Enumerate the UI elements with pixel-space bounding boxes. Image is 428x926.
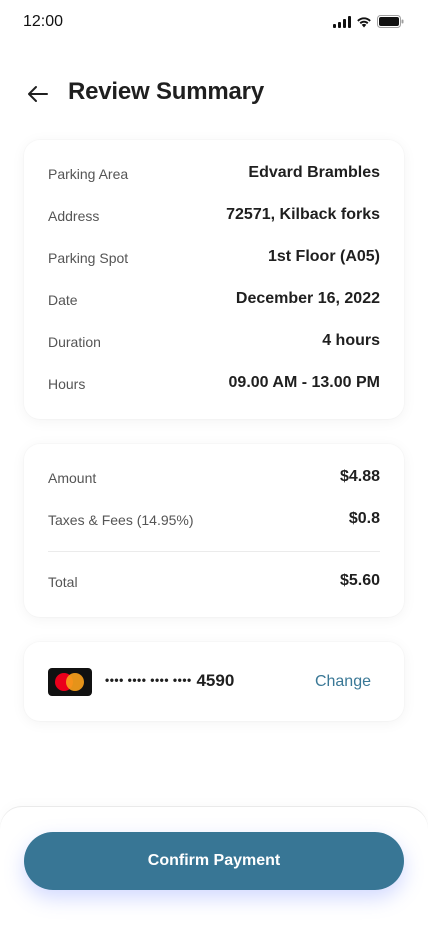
booking-details-card: Parking Area Edvard Brambles Address 725… (24, 140, 404, 419)
status-time: 12:00 (23, 13, 64, 30)
taxes-value: $0.8 (348, 510, 380, 527)
back-button[interactable] (24, 80, 52, 108)
change-payment-button[interactable]: Change (315, 673, 371, 691)
battery-icon (377, 15, 404, 28)
detail-label: Date (48, 292, 78, 308)
header: Review Summary (24, 72, 404, 114)
masked-card-digits: •••• •••• •••• •••• (105, 673, 192, 687)
payment-summary-card: Amount $4.88 Taxes & Fees (14.95%) $0.8 … (24, 444, 404, 617)
amount-row: Amount $4.88 (48, 467, 380, 491)
detail-value: 09.00 AM - 13.00 PM (228, 374, 380, 391)
detail-value: 1st Floor (A05) (267, 248, 380, 265)
taxes-row: Taxes & Fees (14.95%) $0.8 (48, 509, 380, 533)
total-row: Total $5.60 (48, 571, 380, 595)
detail-row-address: Address 72571, Kilback forks (48, 205, 380, 229)
payment-method-card: •••• •••• •••• •••• 4590 Change (24, 642, 404, 721)
page-title: Review Summary (68, 78, 264, 105)
detail-value: December 16, 2022 (235, 290, 380, 307)
detail-label: Parking Spot (48, 250, 129, 266)
detail-value: Edvard Brambles (248, 164, 380, 181)
summary-divider (48, 551, 380, 552)
card-last-digits: 4590 (196, 671, 235, 690)
mastercard-icon (48, 668, 92, 696)
total-value: $5.60 (339, 572, 380, 589)
detail-label: Parking Area (48, 166, 129, 182)
confirm-payment-button[interactable]: Confirm Payment (24, 832, 404, 890)
card-number: •••• •••• •••• •••• 4590 (105, 671, 234, 691)
detail-row-parking-spot: Parking Spot 1st Floor (A05) (48, 247, 380, 271)
status-icons (333, 15, 404, 28)
detail-value: 72571, Kilback forks (226, 206, 380, 223)
detail-row-parking-area: Parking Area Edvard Brambles (48, 163, 380, 187)
amount-label: Amount (48, 470, 97, 486)
detail-value: 4 hours (322, 332, 380, 349)
cellular-signal-icon (333, 15, 351, 28)
taxes-label: Taxes & Fees (14.95%) (48, 512, 194, 528)
detail-row-duration: Duration 4 hours (48, 331, 380, 355)
wifi-icon (357, 16, 371, 27)
detail-label: Hours (48, 376, 86, 392)
arrow-left-icon (28, 86, 48, 102)
detail-row-hours: Hours 09.00 AM - 13.00 PM (48, 373, 380, 397)
detail-label: Duration (48, 334, 101, 350)
detail-row-date: Date December 16, 2022 (48, 289, 380, 313)
status-bar: 12:00 (0, 0, 428, 44)
total-label: Total (48, 574, 78, 590)
amount-value: $4.88 (339, 468, 380, 485)
detail-label: Address (48, 208, 100, 224)
